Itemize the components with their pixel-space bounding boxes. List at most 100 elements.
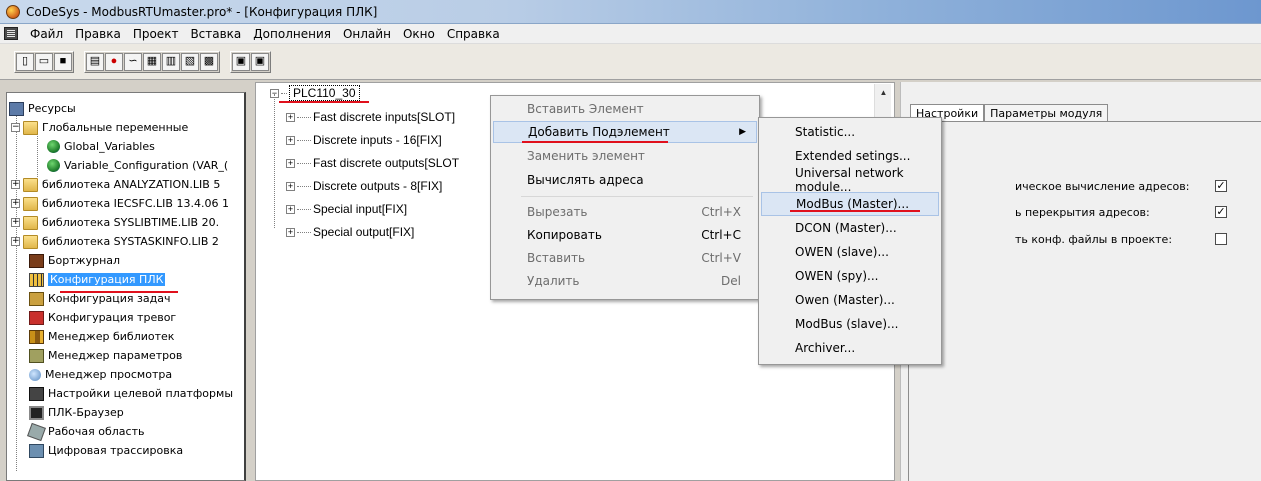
address-overlap-checkbox[interactable]: ✓ <box>1215 206 1227 218</box>
menu-item-copy[interactable]: Копировать Ctrl+C <box>493 224 757 246</box>
menu-window[interactable]: Окно <box>397 27 441 41</box>
submenu-item-owen-slave[interactable]: OWEN (slave)... <box>761 240 939 264</box>
config-files-label: ть конф. файлы в проекте: <box>1015 233 1173 246</box>
tree-item-global-vars[interactable]: Global_Variables <box>47 137 155 156</box>
tree-item-global-variables[interactable]: − Глобальные переменные <box>11 118 188 137</box>
expand-icon[interactable]: + <box>11 237 20 246</box>
project-icon-b[interactable]: ▣ <box>251 52 269 71</box>
stop-icon[interactable]: ● <box>105 52 123 71</box>
menu-item-calc-addresses[interactable]: Вычислять адреса <box>493 169 757 191</box>
expand-icon[interactable]: + <box>11 199 20 208</box>
tree-item-workspace[interactable]: Рабочая область <box>27 422 144 441</box>
tree-item-plc-configuration[interactable]: Конфигурация ПЛК <box>29 270 166 289</box>
menu-item-paste[interactable]: Вставить Ctrl+V <box>493 247 757 269</box>
tree-connector <box>297 231 311 233</box>
menu-item-cut[interactable]: Вырезать Ctrl+X <box>493 201 757 223</box>
tree-item-journal[interactable]: Бортжурнал <box>29 251 120 270</box>
tree-guide-line <box>16 111 17 471</box>
tree-item-variable-configuration[interactable]: Variable_Configuration (VAR_( <box>47 156 228 175</box>
tree-item-parameter-manager[interactable]: Менеджер параметров <box>29 346 182 365</box>
project-icon-a[interactable]: ▣ <box>232 52 250 71</box>
config-files-checkbox[interactable] <box>1215 233 1227 245</box>
expand-icon[interactable]: + <box>286 158 295 168</box>
tree-connector <box>297 162 311 164</box>
open-icon[interactable]: ▭ <box>35 52 53 71</box>
tree-item-label: Менеджер библиотек <box>48 330 175 343</box>
collapse-icon[interactable]: − <box>11 123 20 132</box>
tree-item-resources[interactable]: Ресурсы <box>9 99 76 118</box>
menu-project[interactable]: Проект <box>127 27 185 41</box>
menu-extras[interactable]: Дополнения <box>247 27 337 41</box>
logout-icon[interactable]: ▧ <box>181 52 199 71</box>
folder-icon <box>23 234 38 249</box>
config-item[interactable]: + Discrete inputs - 16[FIX] <box>286 131 442 149</box>
expand-icon[interactable]: + <box>286 135 295 145</box>
tree-item-lib-analyzation[interactable]: + библиотека ANALYZATION.LIB 5 <box>11 175 220 194</box>
expand-icon[interactable]: + <box>286 227 295 237</box>
build-icon[interactable]: ▤ <box>86 52 104 71</box>
menu-item-delete[interactable]: Удалить Del <box>493 270 757 292</box>
submenu-item-modbus-master[interactable]: ModBus (Master)... <box>761 192 939 216</box>
new-file-icon[interactable]: ▯ <box>16 52 34 71</box>
tree-item-target-settings[interactable]: Настройки целевой платформы <box>29 384 233 403</box>
submenu-item-statistic[interactable]: Statistic... <box>761 120 939 144</box>
menu-insert[interactable]: Вставка <box>184 27 247 41</box>
config-item[interactable]: + Discrete outputs - 8[FIX] <box>286 177 442 195</box>
expand-icon[interactable]: + <box>286 112 295 122</box>
tree-item-alarm-configuration[interactable]: Конфигурация тревог <box>29 308 176 327</box>
config-root-plc[interactable]: − PLC110_30 <box>270 84 360 102</box>
submenu-item-universal-network[interactable]: Universal network module... <box>761 166 939 194</box>
menu-edit[interactable]: Правка <box>69 27 127 41</box>
expand-icon[interactable]: + <box>11 180 20 189</box>
tree-item-label: Ресурсы <box>28 102 76 115</box>
tree-item-label: Цифровая трассировка <box>48 444 184 457</box>
tab-module-parameters[interactable]: Параметры модуля <box>984 104 1109 122</box>
save-icon[interactable]: ■ <box>54 52 72 71</box>
tree-item-label: Конфигурация ПЛК <box>48 273 166 286</box>
submenu-item-owen-spy[interactable]: OWEN (spy)... <box>761 264 939 288</box>
submenu-item-modbus-slave[interactable]: ModBus (slave)... <box>761 312 939 336</box>
expand-icon[interactable]: + <box>286 204 295 214</box>
submenu-item-archiver[interactable]: Archiver... <box>761 336 939 360</box>
tree-item-lib-syslibtime[interactable]: + библиотека SYSLIBTIME.LIB 20. <box>11 213 219 232</box>
login-icon[interactable]: ▥ <box>162 52 180 71</box>
menu-help[interactable]: Справка <box>441 27 506 41</box>
config-item[interactable]: + Special input[FIX] <box>286 200 407 218</box>
tree-item-plc-browser[interactable]: ПЛК-Браузер <box>29 403 124 422</box>
config-item[interactable]: + Fast discrete inputs[SLOT] <box>286 108 455 126</box>
link-icon[interactable]: ∽ <box>124 52 142 71</box>
tree-item-lib-systaskinfo[interactable]: + библиотека SYSTASKINFO.LIB 2 <box>11 232 219 251</box>
config-item[interactable]: + Fast discrete outputs[SLOT <box>286 154 459 172</box>
plc-config-icon <box>29 272 44 287</box>
auto-address-checkbox[interactable]: ✓ <box>1215 180 1227 192</box>
menu-item-replace-element[interactable]: Заменить элемент <box>493 145 757 167</box>
resources-tree-panel[interactable]: Ресурсы − Глобальные переменные Global_V… <box>6 92 246 481</box>
tree-item-label: Настройки целевой платформы <box>48 387 234 400</box>
compile-icon[interactable]: ▦ <box>143 52 161 71</box>
config-item[interactable]: + Special output[FIX] <box>286 223 414 241</box>
tree-item-trace[interactable]: Цифровая трассировка <box>29 441 183 460</box>
tree-item-label: библиотека SYSLIBTIME.LIB 20. <box>42 216 220 229</box>
scroll-up-icon[interactable]: ▲ <box>875 84 892 101</box>
tree-item-label: Global_Variables <box>64 140 155 153</box>
expand-icon[interactable]: + <box>286 181 295 191</box>
expand-icon[interactable]: + <box>11 218 20 227</box>
submenu-item-owen-master[interactable]: Owen (Master)... <box>761 288 939 312</box>
menu-item-insert-element[interactable]: Вставить Элемент <box>493 98 757 120</box>
submenu-item-extended-settings[interactable]: Extended setings... <box>761 144 939 168</box>
menu-item-add-subelement[interactable]: Добавить Подэлемент ▶ <box>493 121 757 143</box>
config-item-label: Fast discrete outputs[SLOT <box>313 156 460 170</box>
menu-bar: Файл Правка Проект Вставка Дополнения Он… <box>0 24 1261 44</box>
menu-file[interactable]: Файл <box>24 27 69 41</box>
tree-item-label: Глобальные переменные <box>42 121 189 134</box>
highlight-underline <box>522 141 668 143</box>
tree-item-library-manager[interactable]: Менеджер библиотек <box>29 327 174 346</box>
run-icon[interactable]: ▩ <box>200 52 218 71</box>
tree-item-lib-iecsfc[interactable]: + библиотека IECSFC.LIB 13.4.06 1 <box>11 194 229 213</box>
submenu-item-dcon-master[interactable]: DCON (Master)... <box>761 216 939 240</box>
menu-online[interactable]: Онлайн <box>337 27 397 41</box>
tree-item-view-manager[interactable]: Менеджер просмотра <box>29 365 172 384</box>
document-menu-icon[interactable] <box>4 27 18 40</box>
tree-item-label: Variable_Configuration (VAR_( <box>64 159 229 172</box>
menu-item-shortcut: Ctrl+X <box>701 205 741 219</box>
